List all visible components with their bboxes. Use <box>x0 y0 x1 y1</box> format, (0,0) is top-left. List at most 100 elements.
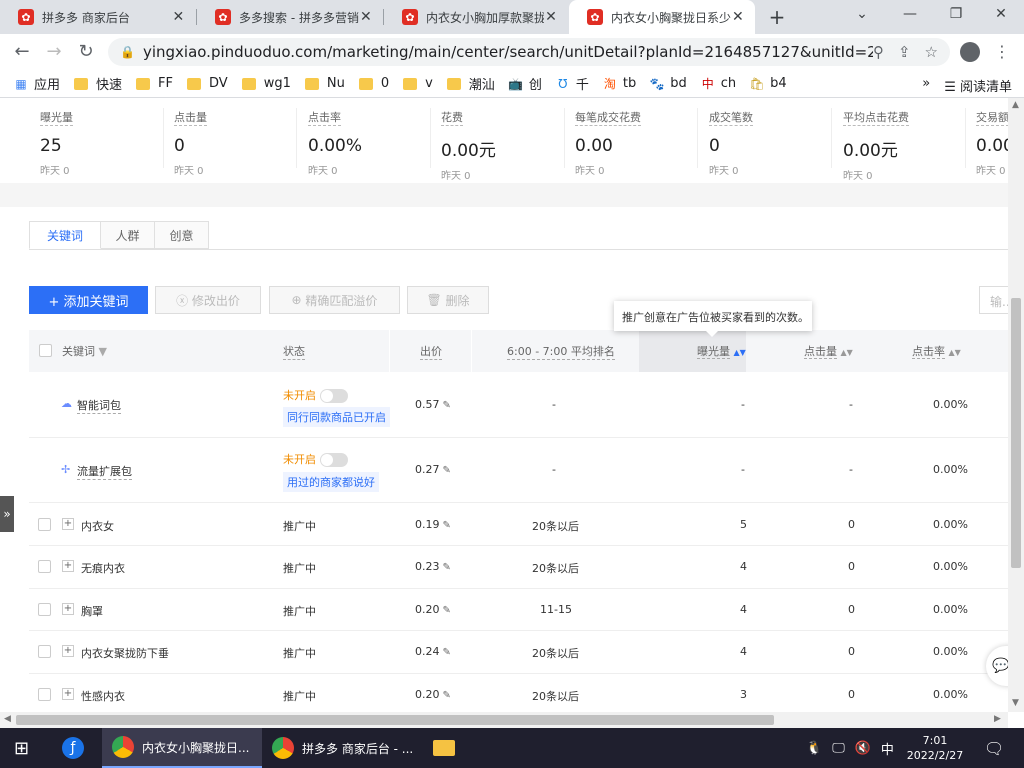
taskbar-file-explorer[interactable] <box>433 728 455 768</box>
bookmark-apps[interactable]: ▦ 应用 <box>14 74 60 94</box>
select-all-checkbox[interactable] <box>39 344 52 357</box>
header-ctr[interactable]: 点击率 ▲▼ <box>912 343 961 359</box>
bookmark-folder[interactable]: DV <box>187 76 228 91</box>
taskbar-chrome-window-2[interactable]: 拼多多 商家后台 - ... <box>262 728 422 768</box>
profile-avatar-icon[interactable] <box>960 42 980 62</box>
close-icon[interactable]: ✕ <box>171 9 186 25</box>
expand-plus-icon[interactable]: + <box>62 518 74 530</box>
taskbar-chrome-window-1[interactable]: 内衣女小胸聚拢日... <box>102 728 262 768</box>
row-checkbox[interactable] <box>38 518 51 531</box>
bookmark-site[interactable]: Ʊ千 <box>556 74 589 94</box>
scroll-left-icon[interactable]: ◀ <box>4 714 11 724</box>
bookmark-star-icon[interactable]: ☆ <box>925 43 938 61</box>
tab-2[interactable]: ✿ 内衣女小胸加厚款聚拢 ✕ <box>384 0 568 34</box>
bookmark-folder[interactable]: Nu <box>304 76 345 91</box>
taskbar-app-flash[interactable]: ƒ <box>62 728 92 768</box>
stat-yesterday: 昨天 0 <box>174 166 204 177</box>
scroll-thumb[interactable] <box>16 715 774 725</box>
edit-icon[interactable]: ✎ <box>443 400 451 411</box>
bookmark-folder[interactable]: 0 <box>358 76 389 91</box>
close-icon[interactable]: ✕ <box>544 9 558 25</box>
row-checkbox[interactable] <box>38 560 51 573</box>
bookmark-site[interactable]: 🛍 b4 <box>750 76 787 91</box>
reading-list[interactable]: ☰ 阅读清单 <box>944 76 1012 95</box>
enable-toggle[interactable] <box>320 453 348 467</box>
edit-icon[interactable]: ✎ <box>443 562 451 573</box>
bookmark-site[interactable]: 淘 tb <box>603 76 636 91</box>
scroll-down-icon[interactable]: ▼ <box>1012 698 1019 708</box>
tab-keywords[interactable]: 关键词 <box>29 221 101 249</box>
button-label: 修改出价 <box>191 293 240 308</box>
vertical-scrollbar[interactable]: ▲ ▼ <box>1008 98 1024 712</box>
expand-plus-icon[interactable]: + <box>62 603 74 615</box>
expand-plus-icon[interactable]: + <box>62 560 74 572</box>
sort-icon[interactable]: ▲▼ <box>841 348 853 357</box>
restore-icon[interactable]: ❐ <box>944 6 968 22</box>
header-impressions[interactable]: 曝光量 ▲▼ <box>697 343 746 359</box>
keyword-search-input[interactable]: 输... <box>979 286 1008 314</box>
row-checkbox[interactable] <box>38 603 51 616</box>
bookmark-site[interactable]: 中 ch <box>701 76 736 91</box>
address-bar[interactable]: 🔒 yingxiao.pinduoduo.com/marketing/main/… <box>108 38 950 66</box>
menu-kebab-icon[interactable]: ⋮ <box>994 42 1010 61</box>
filter-icon[interactable]: ▼ <box>99 345 107 358</box>
add-keyword-button[interactable]: + 添加关键词 <box>29 286 148 314</box>
edit-icon[interactable]: ✎ <box>443 465 451 476</box>
exact-match-premium-button[interactable]: ⊕ 精确匹配溢价 <box>269 286 400 314</box>
edit-icon[interactable]: ✎ <box>443 647 451 658</box>
close-window-icon[interactable]: ✕ <box>989 6 1013 22</box>
tab-1[interactable]: ✿ 多多搜索 - 拼多多营销 ✕ <box>197 0 383 34</box>
forward-icon[interactable]: → <box>42 41 66 62</box>
delete-button[interactable]: 🗑 删除 <box>407 286 489 314</box>
tab-search-icon[interactable]: ⌄ <box>850 6 874 22</box>
scroll-right-icon[interactable]: ▶ <box>994 714 1001 724</box>
bookmark-folder[interactable]: 潮汕 <box>446 74 495 93</box>
new-tab-button[interactable]: + <box>766 5 788 29</box>
row-checkbox[interactable] <box>38 688 51 701</box>
tab-3-active[interactable]: ✿ 内衣女小胸聚拢日系少 ✕ <box>569 0 755 34</box>
sort-icon[interactable]: ▲▼ <box>734 348 746 357</box>
close-icon[interactable]: ✕ <box>731 9 745 25</box>
url-text[interactable]: yingxiao.pinduoduo.com/marketing/main/ce… <box>143 43 873 61</box>
scroll-thumb[interactable] <box>1011 298 1021 568</box>
back-icon[interactable]: ← <box>10 41 34 62</box>
clock[interactable]: 7:01 2022/2/27 <box>903 728 967 768</box>
bookmark-folder[interactable]: wg1 <box>241 76 291 91</box>
expand-plus-icon[interactable]: + <box>62 688 74 700</box>
tab-audience[interactable]: 人群 <box>101 221 155 249</box>
modify-bid-button[interactable]: ⓧ 修改出价 <box>155 286 261 314</box>
sort-icon[interactable]: ▲▼ <box>949 348 961 357</box>
network-icon[interactable]: 🖵 <box>832 741 845 756</box>
tab-creative[interactable]: 创意 <box>155 221 209 249</box>
stat-label: 花费 <box>441 111 463 126</box>
scroll-up-icon[interactable]: ▲ <box>1012 100 1019 110</box>
smart-package-icon: ☁ <box>61 397 72 410</box>
minimize-icon[interactable]: — <box>898 6 922 22</box>
share-icon[interactable]: ⇪ <box>898 43 911 61</box>
row-checkbox[interactable] <box>38 645 51 658</box>
ime-indicator[interactable]: 中 <box>881 739 894 758</box>
bookmark-folder[interactable]: 快速 <box>74 74 122 93</box>
zoom-icon[interactable]: ⚲ <box>873 43 884 61</box>
horizontal-scrollbar[interactable]: ◀ ▶ <box>0 712 1008 728</box>
expand-plus-icon[interactable]: + <box>62 645 74 657</box>
reload-icon[interactable]: ↻ <box>74 41 98 62</box>
edit-icon[interactable]: ✎ <box>443 520 451 531</box>
bookmark-site[interactable]: 📺 创 <box>508 74 541 94</box>
bookmark-folder[interactable]: v <box>403 76 433 91</box>
tab-0[interactable]: ✿ 拼多多 商家后台 ✕ <box>0 0 196 34</box>
close-icon[interactable]: ✕ <box>359 9 373 25</box>
bookmark-folder[interactable]: FF <box>136 76 173 91</box>
header-clicks[interactable]: 点击量 ▲▼ <box>804 343 853 359</box>
edit-icon[interactable]: ✎ <box>443 605 451 616</box>
expand-sidebar-icon[interactable]: » <box>0 496 14 532</box>
enable-toggle[interactable] <box>320 389 348 403</box>
bookmark-site[interactable]: 🐾 bd <box>650 76 687 91</box>
windows-start-icon[interactable]: ⊞ <box>14 728 29 768</box>
qq-icon[interactable]: 🐧 <box>806 741 822 756</box>
row-keyword: 胸罩 <box>81 605 103 618</box>
more-bookmarks-icon[interactable]: » <box>922 76 930 95</box>
notification-icon[interactable]: 🗨 <box>984 728 1004 768</box>
volume-mute-icon[interactable]: 🔇 <box>855 741 871 756</box>
edit-icon[interactable]: ✎ <box>443 690 451 701</box>
